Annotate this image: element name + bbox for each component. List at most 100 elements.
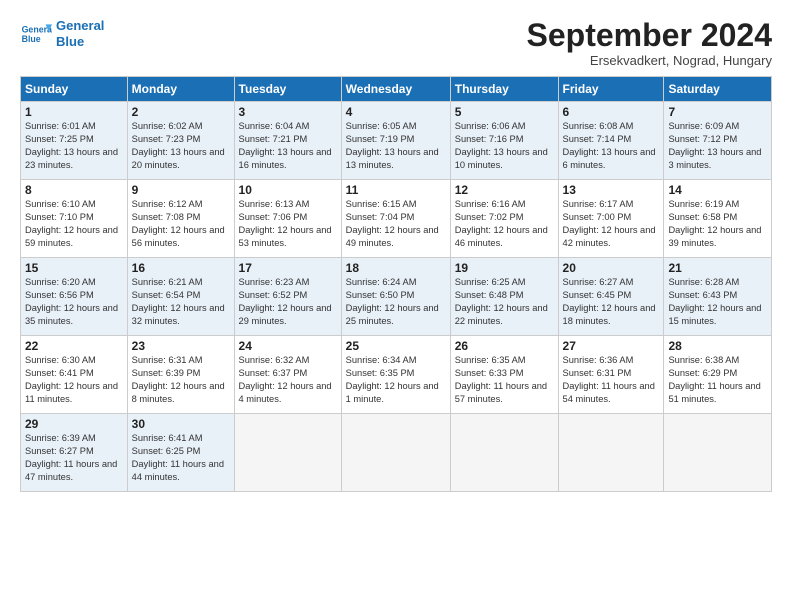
calendar-cell: 19Sunrise: 6:25 AMSunset: 6:48 PMDayligh… — [450, 258, 558, 336]
calendar-cell: 16Sunrise: 6:21 AMSunset: 6:54 PMDayligh… — [127, 258, 234, 336]
day-number: 24 — [239, 339, 337, 353]
day-number: 20 — [563, 261, 660, 275]
calendar-cell — [341, 414, 450, 492]
day-number: 9 — [132, 183, 230, 197]
weekday-header-tuesday: Tuesday — [234, 77, 341, 102]
day-info: Sunrise: 6:35 AMSunset: 6:33 PMDaylight:… — [455, 354, 554, 406]
calendar-cell: 27Sunrise: 6:36 AMSunset: 6:31 PMDayligh… — [558, 336, 664, 414]
logo: General Blue General Blue — [20, 18, 104, 50]
calendar-cell: 11Sunrise: 6:15 AMSunset: 7:04 PMDayligh… — [341, 180, 450, 258]
title-area: September 2024 Ersekvadkert, Nograd, Hun… — [527, 18, 772, 68]
day-number: 2 — [132, 105, 230, 119]
day-number: 5 — [455, 105, 554, 119]
calendar-cell: 15Sunrise: 6:20 AMSunset: 6:56 PMDayligh… — [21, 258, 128, 336]
calendar-cell: 30Sunrise: 6:41 AMSunset: 6:25 PMDayligh… — [127, 414, 234, 492]
logo-icon: General Blue — [20, 18, 52, 50]
day-info: Sunrise: 6:10 AMSunset: 7:10 PMDaylight:… — [25, 198, 123, 250]
day-info: Sunrise: 6:19 AMSunset: 6:58 PMDaylight:… — [668, 198, 767, 250]
day-info: Sunrise: 6:12 AMSunset: 7:08 PMDaylight:… — [132, 198, 230, 250]
day-info: Sunrise: 6:09 AMSunset: 7:12 PMDaylight:… — [668, 120, 767, 172]
calendar-cell: 3Sunrise: 6:04 AMSunset: 7:21 PMDaylight… — [234, 102, 341, 180]
day-info: Sunrise: 6:28 AMSunset: 6:43 PMDaylight:… — [668, 276, 767, 328]
day-info: Sunrise: 6:34 AMSunset: 6:35 PMDaylight:… — [346, 354, 446, 406]
day-number: 30 — [132, 417, 230, 431]
logo-general: General — [56, 18, 104, 34]
day-info: Sunrise: 6:04 AMSunset: 7:21 PMDaylight:… — [239, 120, 337, 172]
day-info: Sunrise: 6:32 AMSunset: 6:37 PMDaylight:… — [239, 354, 337, 406]
calendar-cell: 23Sunrise: 6:31 AMSunset: 6:39 PMDayligh… — [127, 336, 234, 414]
weekday-header-friday: Friday — [558, 77, 664, 102]
calendar-cell: 2Sunrise: 6:02 AMSunset: 7:23 PMDaylight… — [127, 102, 234, 180]
calendar-cell — [558, 414, 664, 492]
day-number: 17 — [239, 261, 337, 275]
day-info: Sunrise: 6:20 AMSunset: 6:56 PMDaylight:… — [25, 276, 123, 328]
calendar-cell: 18Sunrise: 6:24 AMSunset: 6:50 PMDayligh… — [341, 258, 450, 336]
calendar-cell: 14Sunrise: 6:19 AMSunset: 6:58 PMDayligh… — [664, 180, 772, 258]
calendar-cell: 5Sunrise: 6:06 AMSunset: 7:16 PMDaylight… — [450, 102, 558, 180]
day-info: Sunrise: 6:16 AMSunset: 7:02 PMDaylight:… — [455, 198, 554, 250]
day-number: 4 — [346, 105, 446, 119]
calendar-cell: 17Sunrise: 6:23 AMSunset: 6:52 PMDayligh… — [234, 258, 341, 336]
calendar-cell: 6Sunrise: 6:08 AMSunset: 7:14 PMDaylight… — [558, 102, 664, 180]
calendar-cell: 24Sunrise: 6:32 AMSunset: 6:37 PMDayligh… — [234, 336, 341, 414]
day-number: 14 — [668, 183, 767, 197]
day-number: 25 — [346, 339, 446, 353]
calendar-cell: 20Sunrise: 6:27 AMSunset: 6:45 PMDayligh… — [558, 258, 664, 336]
day-number: 8 — [25, 183, 123, 197]
day-info: Sunrise: 6:30 AMSunset: 6:41 PMDaylight:… — [25, 354, 123, 406]
weekday-header-monday: Monday — [127, 77, 234, 102]
day-number: 7 — [668, 105, 767, 119]
day-number: 1 — [25, 105, 123, 119]
calendar-cell: 13Sunrise: 6:17 AMSunset: 7:00 PMDayligh… — [558, 180, 664, 258]
day-number: 29 — [25, 417, 123, 431]
day-info: Sunrise: 6:21 AMSunset: 6:54 PMDaylight:… — [132, 276, 230, 328]
day-info: Sunrise: 6:41 AMSunset: 6:25 PMDaylight:… — [132, 432, 230, 484]
calendar-cell: 4Sunrise: 6:05 AMSunset: 7:19 PMDaylight… — [341, 102, 450, 180]
day-number: 21 — [668, 261, 767, 275]
day-number: 26 — [455, 339, 554, 353]
calendar-cell — [234, 414, 341, 492]
page: General Blue General Blue September 2024… — [0, 0, 792, 502]
day-info: Sunrise: 6:25 AMSunset: 6:48 PMDaylight:… — [455, 276, 554, 328]
calendar-cell: 8Sunrise: 6:10 AMSunset: 7:10 PMDaylight… — [21, 180, 128, 258]
day-info: Sunrise: 6:02 AMSunset: 7:23 PMDaylight:… — [132, 120, 230, 172]
day-number: 6 — [563, 105, 660, 119]
calendar-cell — [450, 414, 558, 492]
weekday-header-wednesday: Wednesday — [341, 77, 450, 102]
day-number: 15 — [25, 261, 123, 275]
day-number: 12 — [455, 183, 554, 197]
location: Ersekvadkert, Nograd, Hungary — [527, 53, 772, 68]
svg-text:Blue: Blue — [22, 34, 41, 44]
day-number: 16 — [132, 261, 230, 275]
day-number: 3 — [239, 105, 337, 119]
day-number: 28 — [668, 339, 767, 353]
weekday-header-saturday: Saturday — [664, 77, 772, 102]
day-number: 13 — [563, 183, 660, 197]
day-info: Sunrise: 6:13 AMSunset: 7:06 PMDaylight:… — [239, 198, 337, 250]
calendar-cell: 1Sunrise: 6:01 AMSunset: 7:25 PMDaylight… — [21, 102, 128, 180]
logo-blue: Blue — [56, 34, 104, 50]
day-info: Sunrise: 6:17 AMSunset: 7:00 PMDaylight:… — [563, 198, 660, 250]
day-number: 23 — [132, 339, 230, 353]
calendar-cell: 25Sunrise: 6:34 AMSunset: 6:35 PMDayligh… — [341, 336, 450, 414]
day-number: 11 — [346, 183, 446, 197]
day-info: Sunrise: 6:15 AMSunset: 7:04 PMDaylight:… — [346, 198, 446, 250]
day-info: Sunrise: 6:38 AMSunset: 6:29 PMDaylight:… — [668, 354, 767, 406]
calendar-cell — [664, 414, 772, 492]
day-number: 18 — [346, 261, 446, 275]
day-number: 10 — [239, 183, 337, 197]
day-number: 27 — [563, 339, 660, 353]
day-number: 22 — [25, 339, 123, 353]
calendar: SundayMondayTuesdayWednesdayThursdayFrid… — [20, 76, 772, 492]
day-info: Sunrise: 6:06 AMSunset: 7:16 PMDaylight:… — [455, 120, 554, 172]
calendar-cell: 9Sunrise: 6:12 AMSunset: 7:08 PMDaylight… — [127, 180, 234, 258]
calendar-cell: 29Sunrise: 6:39 AMSunset: 6:27 PMDayligh… — [21, 414, 128, 492]
day-info: Sunrise: 6:31 AMSunset: 6:39 PMDaylight:… — [132, 354, 230, 406]
calendar-cell: 21Sunrise: 6:28 AMSunset: 6:43 PMDayligh… — [664, 258, 772, 336]
day-info: Sunrise: 6:01 AMSunset: 7:25 PMDaylight:… — [25, 120, 123, 172]
day-info: Sunrise: 6:08 AMSunset: 7:14 PMDaylight:… — [563, 120, 660, 172]
calendar-cell: 26Sunrise: 6:35 AMSunset: 6:33 PMDayligh… — [450, 336, 558, 414]
day-info: Sunrise: 6:24 AMSunset: 6:50 PMDaylight:… — [346, 276, 446, 328]
day-info: Sunrise: 6:27 AMSunset: 6:45 PMDaylight:… — [563, 276, 660, 328]
weekday-header-thursday: Thursday — [450, 77, 558, 102]
